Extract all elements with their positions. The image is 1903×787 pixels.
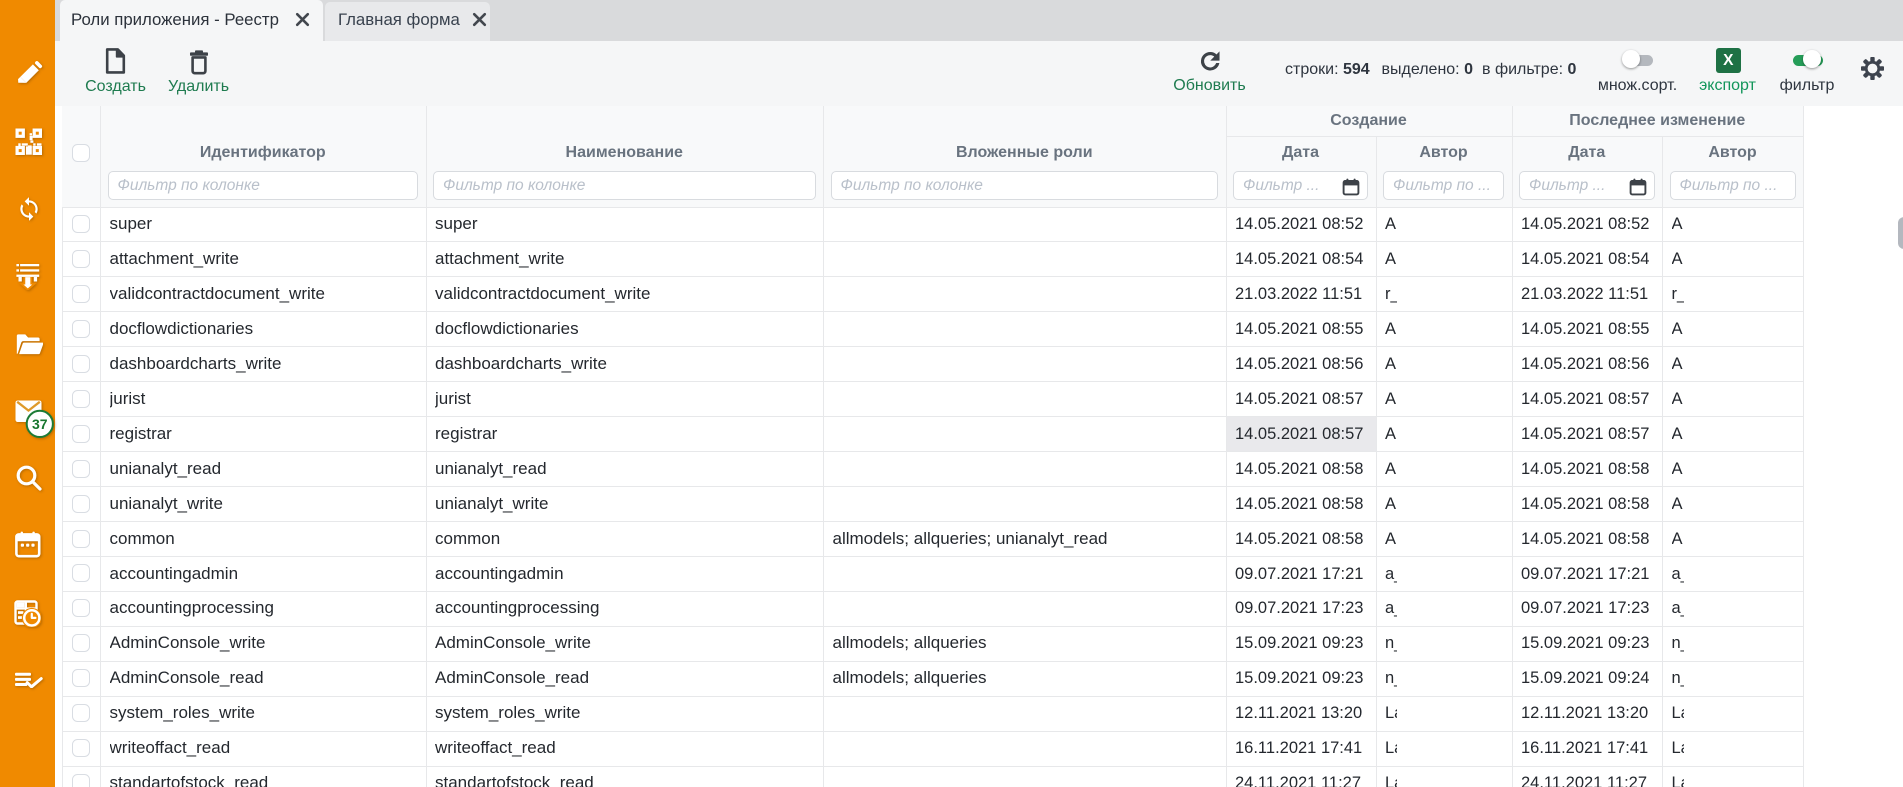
svg-text:37: 37	[32, 415, 48, 431]
